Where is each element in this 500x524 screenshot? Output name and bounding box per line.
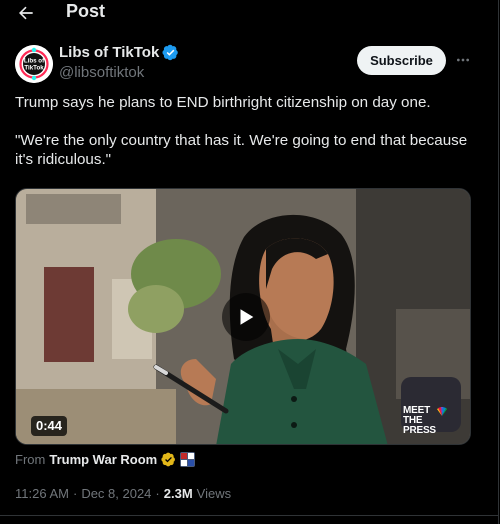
post-time[interactable]: 11:26 AM <box>15 486 69 501</box>
video-source: From Trump War Room <box>15 449 196 469</box>
meta-separator: · <box>72 485 78 501</box>
avatar[interactable]: Libs of TikTok <box>15 45 53 83</box>
source-from-label: From <box>15 451 46 467</box>
divider <box>0 515 499 516</box>
post-page: Post Libs of TikTok Libs of TikTok @libs… <box>0 0 499 524</box>
arrow-left-icon <box>19 6 33 20</box>
peacock-logo-icon <box>437 407 447 416</box>
views-label: Views <box>196 485 232 501</box>
more-horizontal-icon <box>457 58 469 62</box>
subscribe-button[interactable]: Subscribe <box>357 46 446 75</box>
post-text: Trump says he plans to END birthright ci… <box>15 93 485 169</box>
page-header: Post <box>0 0 499 26</box>
author-display-name[interactable]: Libs of TikTok <box>59 44 179 61</box>
post-paragraph: "We're the only country that has it. We'… <box>15 132 468 168</box>
post-date[interactable]: Dec 8, 2024 <box>81 486 151 501</box>
affiliate-badge-icon[interactable] <box>180 451 196 467</box>
post-paragraph: Trump says he plans to END birthright ci… <box>15 94 431 111</box>
page-title: Post <box>66 1 106 21</box>
play-button[interactable] <box>222 293 270 341</box>
svg-text:TikTok: TikTok <box>24 65 44 72</box>
avatar-logo: Libs of TikTok <box>15 45 53 83</box>
video-watermark: MEET THE PRESS <box>403 406 451 436</box>
verified-badge-icon <box>162 44 179 61</box>
views-count: 2.3M <box>163 485 193 501</box>
author-handle[interactable]: @libsoftiktok <box>59 64 144 81</box>
svg-text:Libs of: Libs of <box>24 58 45 65</box>
post-author: Libs of TikTok Libs of TikTok @libsoftik… <box>15 42 485 88</box>
more-options-button[interactable] <box>453 50 473 70</box>
post-metadata: 11:26 AM · Dec 8, 2024 · 2.3M Views <box>15 484 231 502</box>
verified-badge-icon <box>161 452 176 466</box>
meta-separator: · <box>155 485 160 501</box>
author-name-text: Libs of TikTok <box>59 44 160 61</box>
back-button[interactable] <box>14 2 38 24</box>
watermark-text: THE PRESS <box>403 415 436 436</box>
video-player[interactable]: 0:44 MEET THE PRESS <box>15 188 471 445</box>
source-account-link[interactable]: Trump War Room <box>49 452 157 467</box>
video-duration: 0:44 <box>31 416 68 436</box>
play-icon <box>240 309 254 325</box>
